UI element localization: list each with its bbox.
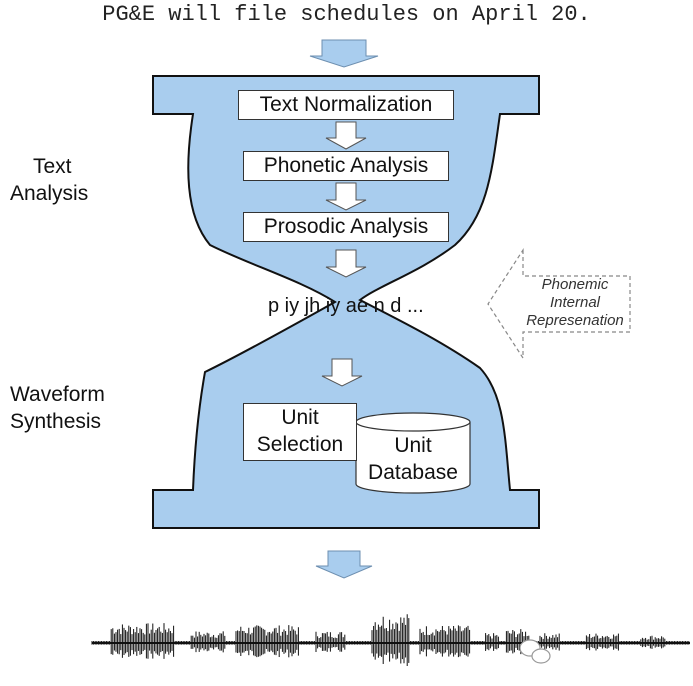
step-phonetic-analysis: Phonetic Analysis: [243, 151, 449, 181]
annotation-line: Phonemic: [541, 276, 609, 293]
step-prosodic-analysis: Prosodic Analysis: [243, 212, 449, 242]
box-line: Unit: [281, 406, 319, 429]
annotation-line: Internal: [549, 294, 601, 311]
input-arrow: [309, 39, 379, 68]
unit-database-label: Unit Database: [356, 432, 470, 486]
box-line: Selection: [256, 433, 344, 456]
label-line: Text: [33, 155, 72, 178]
db-line: Database: [368, 461, 458, 484]
db-line: Unit: [394, 434, 432, 457]
output-arrow: [315, 550, 373, 579]
speech-waveform: [91, 614, 690, 666]
step-text-normalization: Text Normalization: [238, 90, 454, 120]
label-line: Synthesis: [10, 410, 102, 433]
unit-selection-box: Unit Selection: [243, 403, 357, 461]
label-waveform-synthesis: Waveform Synthesis: [10, 381, 105, 435]
label-line: Waveform: [10, 383, 105, 406]
input-sentence: PG&E will file schedules on April 20.: [102, 2, 591, 27]
phoneme-string: p iy jh iy ae n d ...: [268, 295, 424, 317]
annotation-phonemic-representation: Phonemic Internal Represenation: [514, 276, 636, 330]
label-line: Analysis: [10, 182, 89, 205]
tts-pipeline-diagram: PG&E will file schedules on April 20. Te…: [0, 0, 693, 686]
annotation-line: Represenation: [526, 312, 624, 329]
label-text-analysis: Text Analysis: [10, 153, 88, 207]
